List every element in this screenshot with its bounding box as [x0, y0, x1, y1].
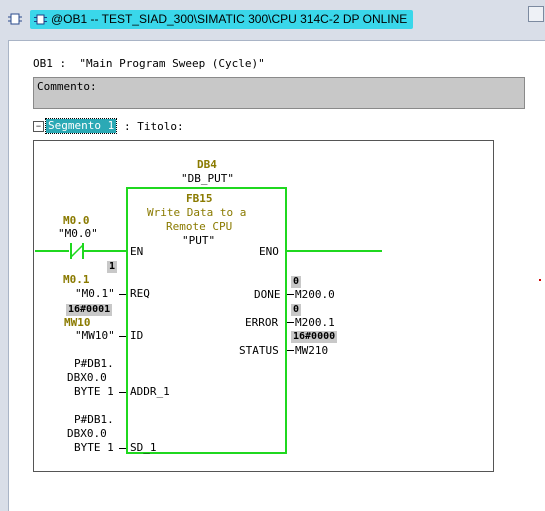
error-wire [287, 322, 294, 323]
window-titlebar: @OB1 -- TEST_SIAD_300\SIMATIC 300\CPU 31… [0, 0, 545, 41]
eno-wire [287, 250, 382, 252]
pin-addr1: ADDR_1 [130, 385, 170, 398]
en-contact-address: M0.0 [63, 214, 90, 227]
block-header: OB1 : "Main Program Sweep (Cycle)" [33, 57, 265, 70]
sd1-line3: BYTE 1 [74, 441, 114, 454]
error-status-value: 0 [291, 304, 302, 316]
pin-done: DONE [254, 288, 281, 301]
en-contact-symbol: "M0.0" [58, 227, 98, 240]
id-symbol: "MW10" [75, 329, 115, 342]
fb-number: FB15 [186, 192, 213, 205]
collapse-segment-icon[interactable]: − [33, 121, 44, 132]
restore-button[interactable] [528, 6, 544, 22]
addr1-line1: P#DB1. [74, 357, 114, 370]
error-address: M200.1 [295, 316, 335, 329]
window-frame-left [0, 40, 9, 511]
pin-en: EN [130, 245, 144, 258]
window-title-text: @OB1 -- TEST_SIAD_300\SIMATIC 300\CPU 31… [51, 12, 408, 26]
req-address: M0.1 [63, 273, 90, 286]
fb-description-line2: Remote CPU [166, 220, 233, 233]
block-window-icon [8, 13, 22, 25]
normally-open-contact-icon[interactable] [64, 243, 92, 259]
id-wire [119, 336, 126, 337]
status-wire [287, 350, 294, 351]
block-icon [34, 14, 47, 25]
done-wire [287, 294, 294, 295]
done-address: M200.0 [295, 288, 335, 301]
req-wire [119, 294, 126, 295]
en-wire [90, 250, 126, 252]
segment-name[interactable]: Segmento 1 [44, 118, 118, 134]
pin-id: ID [130, 329, 144, 342]
fb-description-line1: Write Data to a [147, 206, 247, 219]
done-status-value: 0 [291, 276, 302, 288]
instance-db-name: DB4 [197, 158, 217, 171]
pin-error: ERROR [245, 316, 279, 329]
segment-title[interactable]: : Titolo: [124, 120, 184, 133]
pin-eno: ENO [259, 245, 279, 258]
pin-status: STATUS [239, 344, 279, 357]
id-address: MW10 [64, 316, 91, 329]
req-symbol: "M0.1" [75, 287, 115, 300]
req-status-value: 16#0001 [66, 304, 113, 316]
marker-dot [539, 279, 541, 281]
instance-db-symbol: "DB_PUT" [181, 172, 234, 185]
addr1-wire [119, 392, 126, 393]
en-status-value: 1 [107, 261, 118, 273]
window-title: @OB1 -- TEST_SIAD_300\SIMATIC 300\CPU 31… [30, 10, 414, 29]
addr1-line3: BYTE 1 [74, 385, 114, 398]
status-address: MW210 [295, 344, 329, 357]
comment-label: Commento: [37, 80, 97, 93]
sd1-line2: DBX0.0 [67, 427, 107, 440]
status-status-value: 16#0000 [291, 331, 338, 343]
pin-sd1: SD_1 [130, 441, 157, 454]
sd1-wire [119, 448, 126, 449]
fb-symbol: "PUT" [182, 234, 216, 247]
pin-req: REQ [130, 287, 150, 300]
block-comment-field[interactable]: Commento: [33, 77, 525, 109]
sd1-line1: P#DB1. [74, 413, 114, 426]
addr1-line2: DBX0.0 [67, 371, 107, 384]
